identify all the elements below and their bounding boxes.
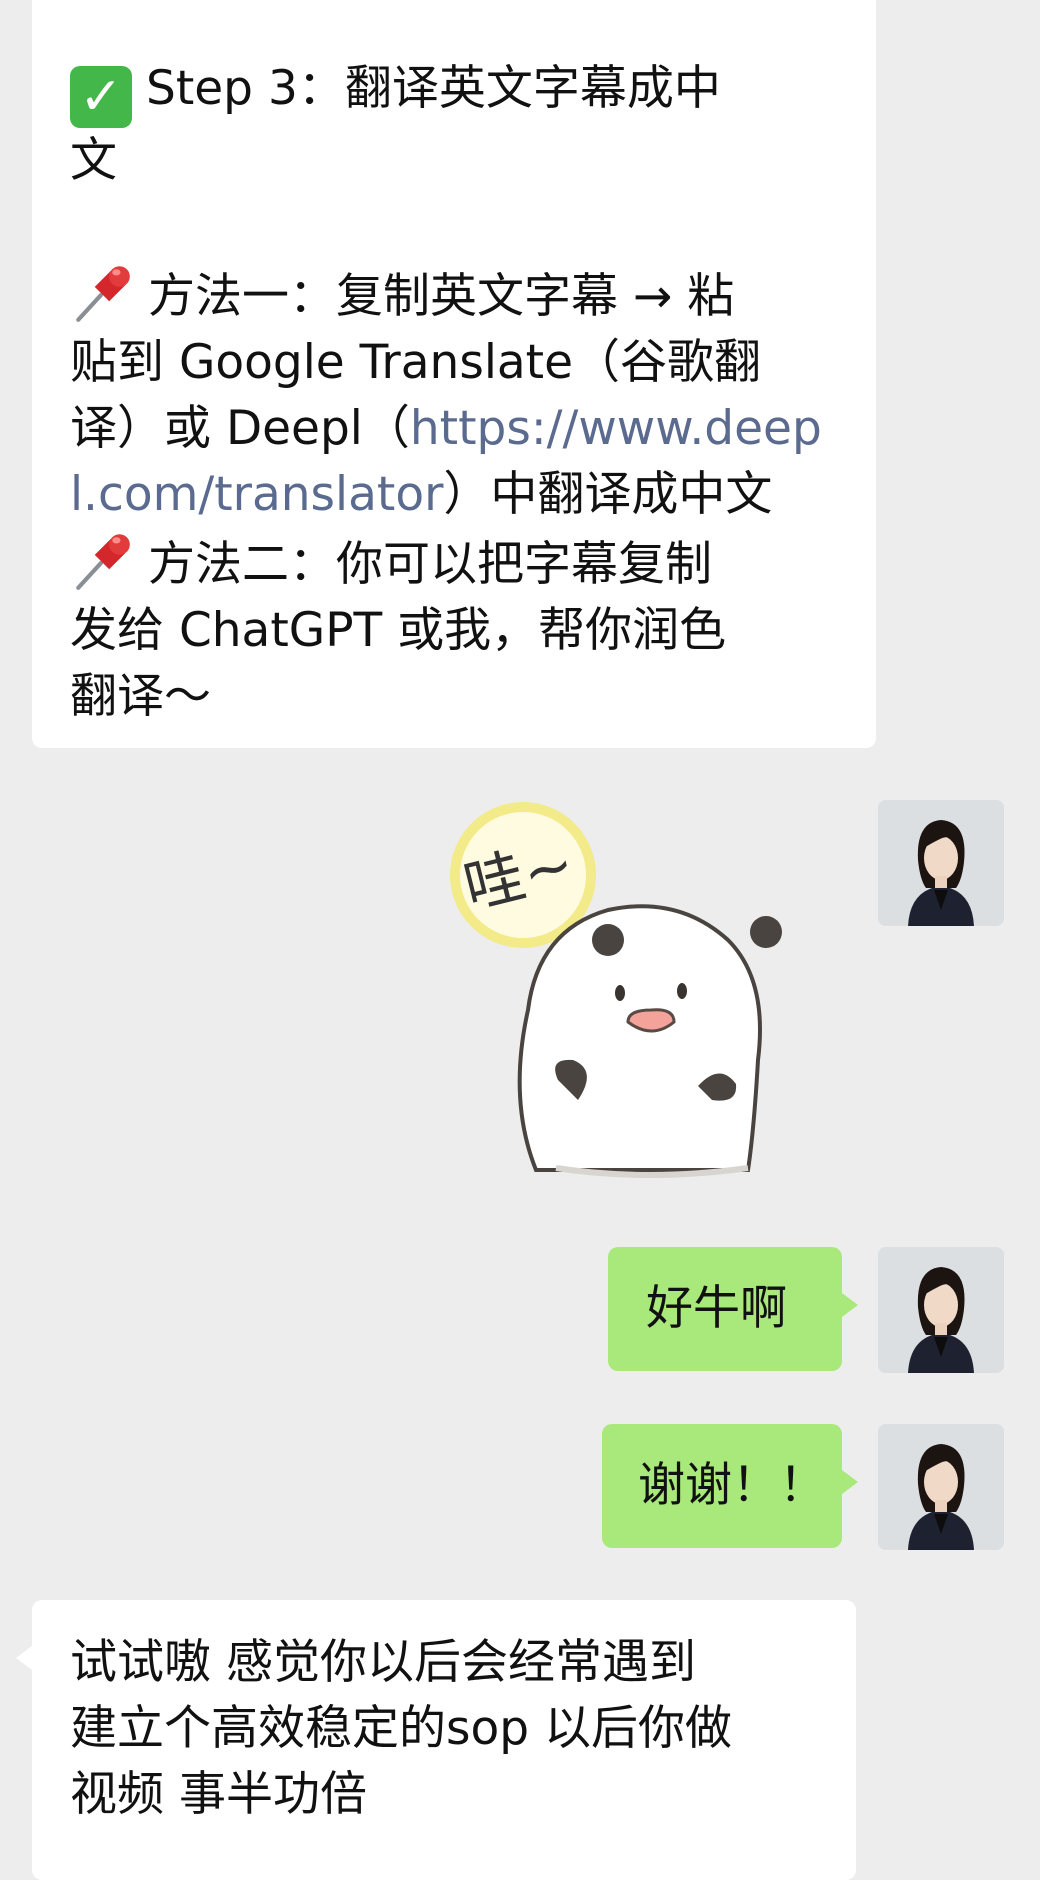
panda-sticker[interactable]: 哇~: [448, 800, 838, 1200]
method-one-line-3: 译）或 Deepl（https://www.deep: [70, 401, 822, 456]
avatar[interactable]: [878, 800, 1004, 926]
incoming-message-bubble[interactable]: ✓ Step 3：翻译英文字幕成中 文 方法一：复制英文字幕 → 粘 贴到 Goo…: [32, 0, 876, 748]
method-one-line: 方法一：复制英文字幕 → 粘: [70, 260, 840, 330]
pushpin-icon: [76, 266, 130, 322]
check-mark-icon: ✓: [70, 66, 132, 128]
message-line: 建立个高效稳定的sop 以后你做: [70, 1701, 733, 1756]
method-one-line-4: l.com/translator）中翻译成中文: [70, 467, 773, 522]
incoming-message-bubble[interactable]: 试试嗷 感觉你以后会经常遇到 建立个高效稳定的sop 以后你做 视频 事半功倍: [16, 1600, 856, 1880]
user-avatar-image: [878, 1424, 1004, 1550]
deepl-link-continued[interactable]: l.com/translator: [70, 467, 443, 522]
avatar[interactable]: [878, 1247, 1004, 1373]
step-line: ✓ Step 3：翻译英文字幕成中: [70, 56, 840, 128]
user-avatar-image: [878, 800, 1004, 926]
method-two-line-2: 发给 ChatGPT 或我，帮你润色: [70, 603, 727, 658]
message-text: 谢谢！！: [638, 1458, 826, 1513]
step-line-continued: 文: [70, 133, 117, 188]
deepl-link[interactable]: https://www.deep: [410, 401, 822, 456]
message-text: 好牛啊: [646, 1281, 787, 1336]
outgoing-message-bubble[interactable]: 好牛啊: [608, 1247, 858, 1371]
message-line: 试试嗷 感觉你以后会经常遇到: [70, 1635, 696, 1690]
user-avatar-image: [878, 1247, 1004, 1373]
method-one-line-2: 贴到 Google Translate（谷歌翻: [70, 335, 762, 390]
avatar[interactable]: [878, 1424, 1004, 1550]
pushpin-icon: [76, 534, 130, 590]
method-two-line: 方法二：你可以把字幕复制: [70, 528, 840, 598]
message-line: 视频 事半功倍: [70, 1767, 367, 1822]
method-two-line-3: 翻译～: [70, 669, 211, 724]
outgoing-message-bubble[interactable]: 谢谢！！: [602, 1424, 858, 1548]
